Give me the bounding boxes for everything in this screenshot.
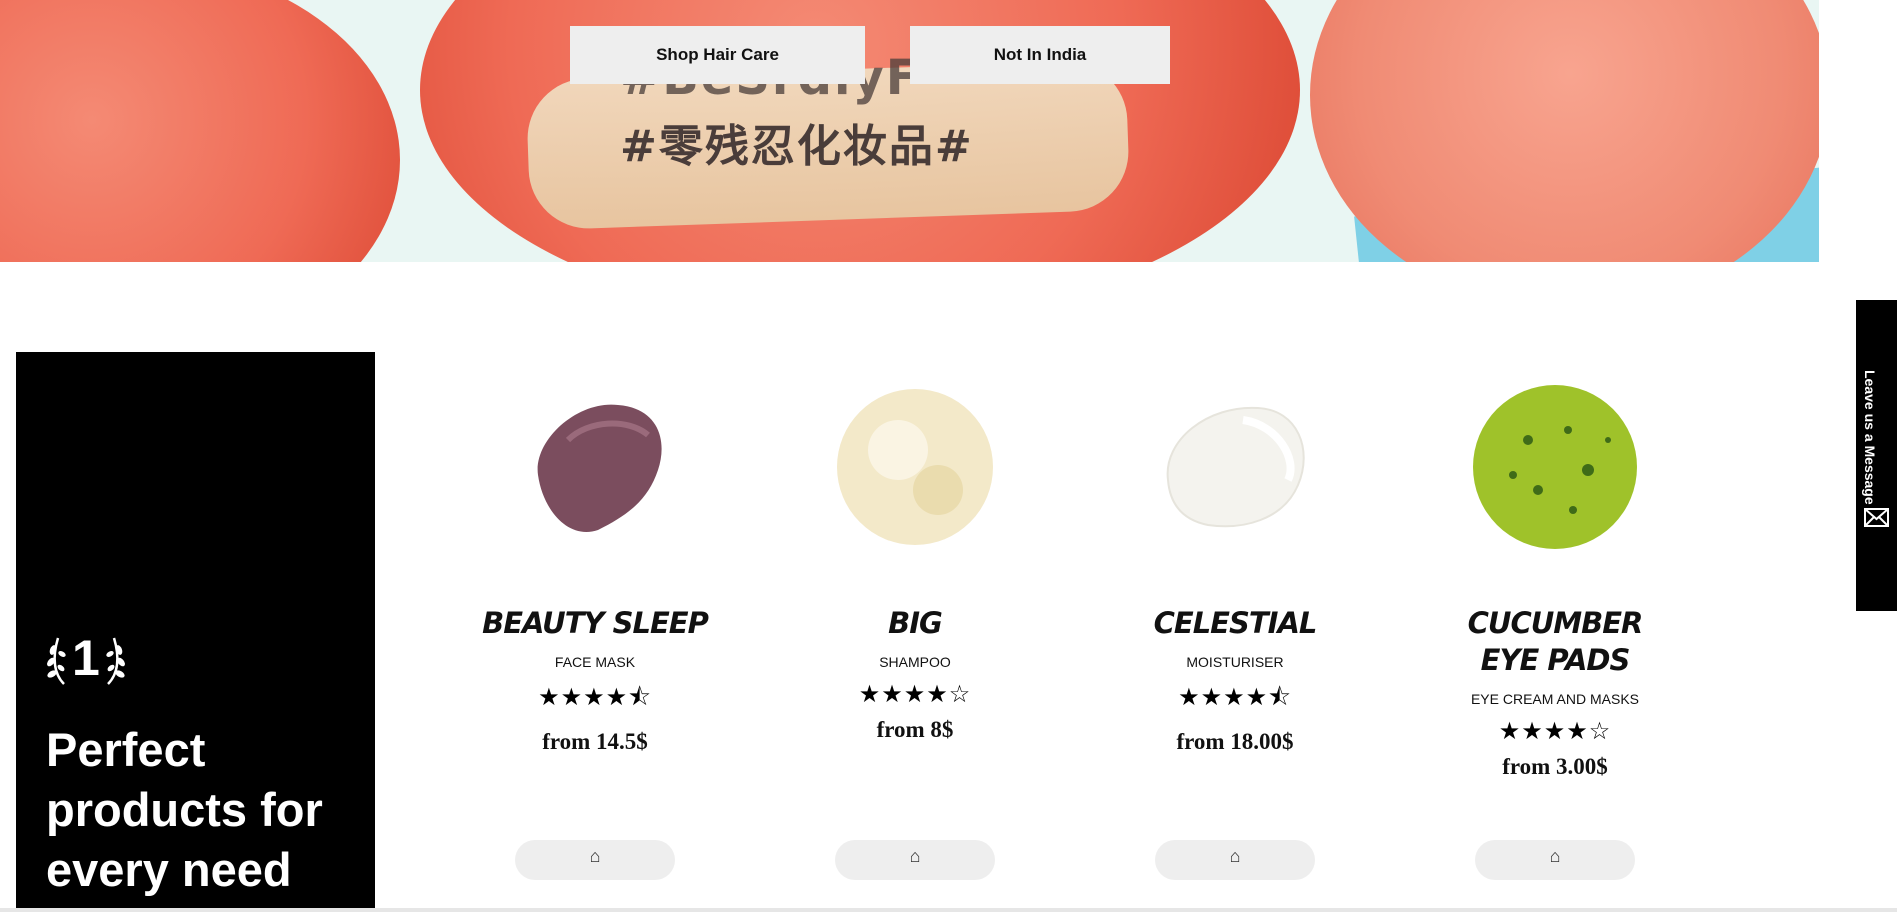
product-image[interactable]: [1468, 380, 1643, 555]
product-rating: ★★★★⯪: [538, 684, 652, 711]
product-name[interactable]: BEAUTY SLEEP: [475, 605, 715, 642]
product-category: FACE MASK: [554, 654, 636, 670]
bag-icon: ⌂: [909, 846, 921, 866]
product-price: from 14.5$: [542, 729, 648, 754]
product-name[interactable]: CELESTIAL: [1115, 605, 1355, 642]
product-rating: ★★★★⯪: [1178, 684, 1292, 711]
product-image[interactable]: [828, 380, 1003, 555]
product-price: from 8$: [876, 717, 954, 742]
feature-title: Perfect products for every need: [46, 723, 323, 896]
envelope-icon: [1864, 508, 1889, 527]
product-name[interactable]: CUCUMBER EYE PADS: [1435, 605, 1675, 679]
add-to-cart-button[interactable]: ⌂: [1155, 840, 1315, 880]
not-in-india-button[interactable]: Not In India: [910, 26, 1170, 84]
product-rating: ★★★★☆: [1498, 718, 1612, 745]
add-to-cart-button[interactable]: ⌂: [1475, 840, 1635, 880]
product-card[interactable]: CELESTIAL MOISTURISER ★★★★⯪ from 18.00$ …: [1115, 380, 1355, 880]
add-to-cart-button[interactable]: ⌂: [835, 840, 995, 880]
shop-hair-care-button[interactable]: Shop Hair Care: [570, 26, 865, 84]
product-card[interactable]: BEAUTY SLEEP FACE MASK ★★★★⯪ from 14.5$ …: [475, 380, 715, 880]
product-category: SHAMPOO: [879, 654, 951, 670]
hero-soap-left: [0, 0, 400, 262]
bag-icon: ⌂: [1229, 846, 1241, 866]
product-price: from 3.00$: [1502, 754, 1608, 779]
product-price: from 18.00$: [1176, 729, 1294, 754]
laurel-right-icon: [106, 637, 125, 685]
product-image[interactable]: [508, 380, 683, 555]
leave-message-tab[interactable]: Leave us a Message: [1856, 300, 1897, 611]
product-image[interactable]: [1148, 380, 1323, 555]
product-card[interactable]: CUCUMBER EYE PADS EYE CREAM AND MASKS ★★…: [1435, 380, 1675, 880]
leave-message-label: Leave us a Message: [1862, 370, 1878, 505]
hero-banner: #BeSrdlyF #零残忍化妆品# Shop Hair Care Not In…: [0, 0, 1819, 262]
product-rating: ★★★★☆: [858, 681, 972, 708]
product-name[interactable]: BIG: [795, 605, 1035, 642]
add-to-cart-button[interactable]: ⌂: [515, 840, 675, 880]
feature-panel: 1 Perfect products for every need: [16, 352, 375, 912]
bag-icon: ⌂: [1549, 846, 1561, 866]
rank-badge: 1: [46, 630, 126, 686]
rank-number: 1: [72, 630, 100, 686]
bag-icon: ⌂: [589, 846, 601, 866]
product-category: EYE CREAM AND MASKS: [1470, 691, 1640, 707]
product-category: MOISTURISER: [1186, 654, 1284, 670]
hero-image-text-bottom: #零残忍化妆品#: [620, 121, 974, 172]
product-card[interactable]: BIG SHAMPOO ★★★★☆ from 8$ ⌂: [795, 380, 1035, 880]
page-bottom-divider: [0, 908, 1897, 912]
hero-soap-right: [1310, 0, 1819, 262]
laurel-left-icon: [47, 637, 66, 685]
